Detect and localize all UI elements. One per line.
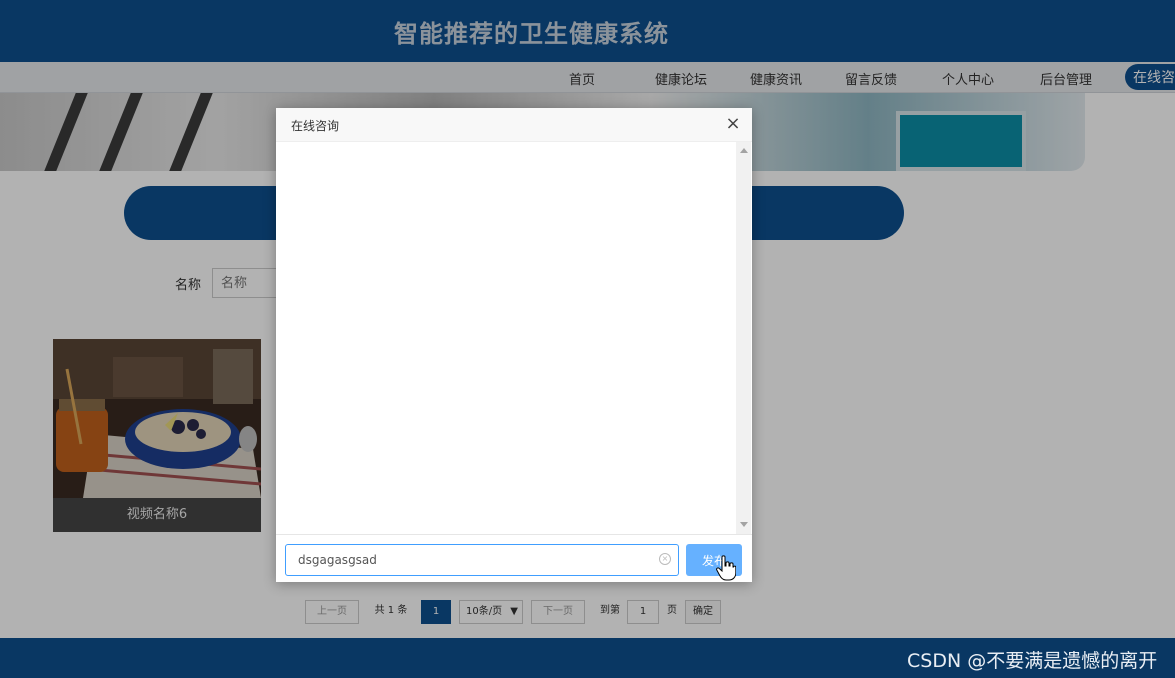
message-input[interactable]	[285, 544, 679, 576]
scroll-up-icon[interactable]	[740, 148, 748, 153]
clear-icon[interactable]: ×	[659, 553, 671, 565]
message-input-row: × 发布	[276, 534, 752, 582]
chat-message-area[interactable]	[276, 142, 752, 534]
close-icon[interactable]: ×	[724, 114, 742, 134]
watermark: CSDN @不要满是遗憾的离开	[907, 650, 1158, 672]
scroll-down-icon[interactable]	[740, 522, 748, 527]
consult-dialog: 在线咨询 × × 发布	[276, 108, 752, 582]
hand-cursor-icon	[716, 555, 736, 581]
dialog-header: 在线咨询 ×	[276, 108, 752, 142]
dialog-title: 在线咨询	[291, 119, 340, 133]
chat-scrollbar[interactable]	[736, 142, 751, 534]
